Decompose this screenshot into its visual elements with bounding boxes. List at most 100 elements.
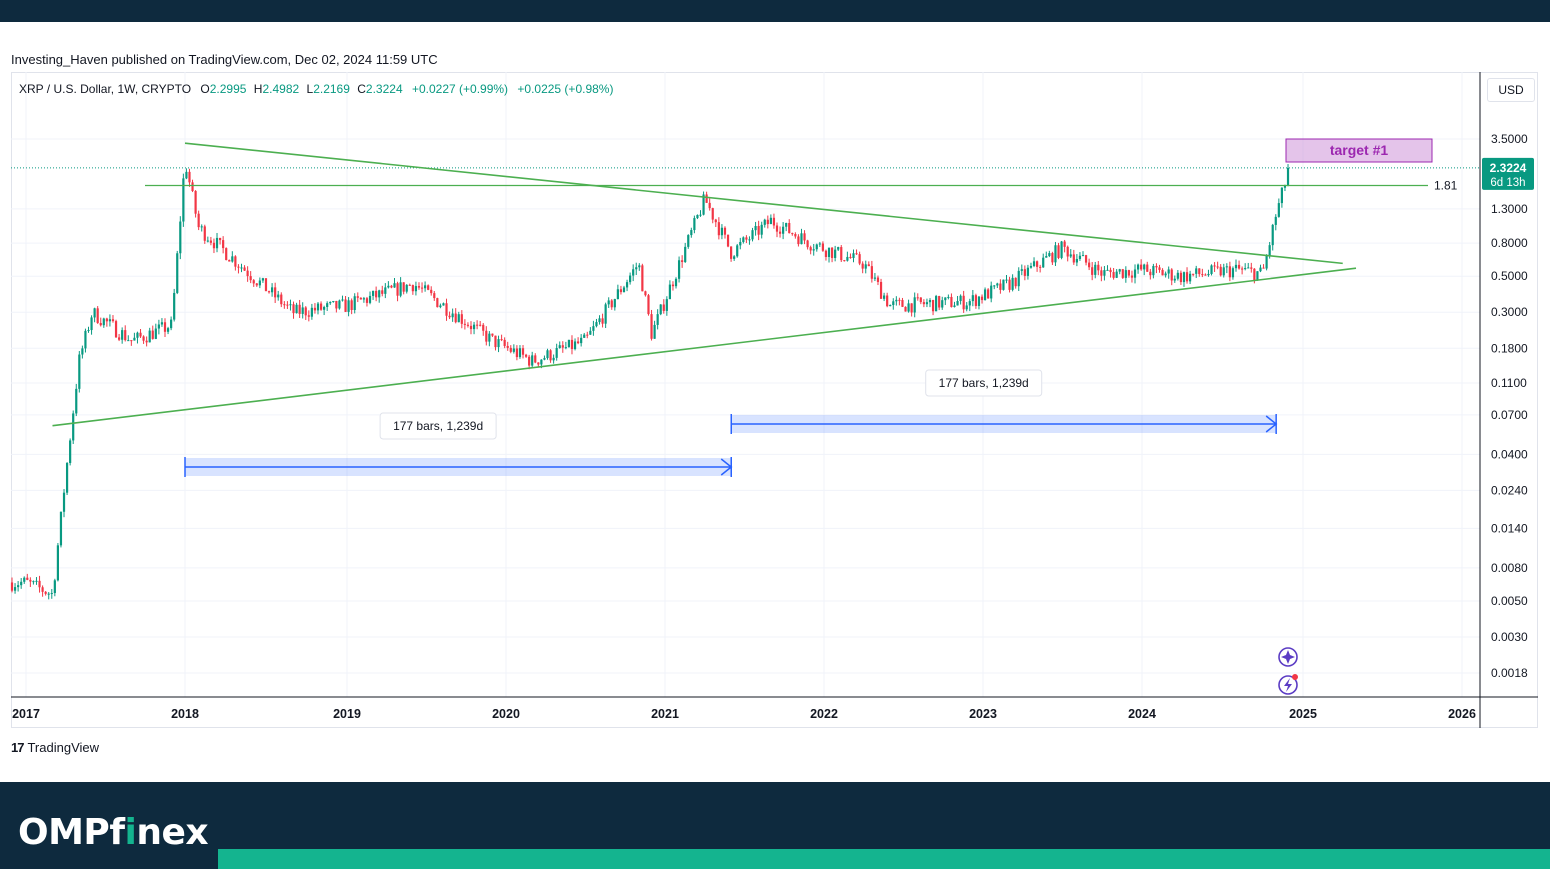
candle <box>665 296 668 316</box>
candle <box>1032 257 1036 268</box>
candle-body <box>41 587 44 592</box>
candle-body <box>632 269 635 276</box>
candle-body <box>148 330 151 343</box>
candle-body <box>1195 268 1198 274</box>
candle <box>424 281 427 292</box>
candle-body <box>200 226 203 228</box>
candle-body <box>29 579 32 582</box>
candle <box>720 224 724 240</box>
y-tick-label: 0.0018 <box>1491 666 1528 680</box>
candle <box>919 297 922 305</box>
candle-body <box>925 302 929 305</box>
candle-body <box>693 218 696 231</box>
candle-body <box>84 330 87 349</box>
last-price-tag: 2.3224 6d 13h <box>1482 157 1534 190</box>
candle-body <box>1228 266 1231 278</box>
candle <box>497 335 500 353</box>
candle <box>681 255 684 268</box>
candle <box>310 303 313 320</box>
candle <box>326 301 329 311</box>
candle <box>990 281 993 303</box>
candle-body <box>604 304 607 324</box>
legend-high-value: 2.4982 <box>262 82 300 96</box>
candle <box>500 334 503 342</box>
candle-body <box>319 303 323 310</box>
candle <box>595 318 598 328</box>
candle-body <box>763 219 766 225</box>
candle-body <box>987 289 990 299</box>
candle-body <box>218 237 222 241</box>
candle-body <box>723 227 727 235</box>
candle-body <box>439 305 442 308</box>
candle <box>803 230 806 245</box>
candle-body <box>1244 268 1247 270</box>
candle <box>1014 277 1017 289</box>
candle <box>1179 270 1183 285</box>
candle <box>347 297 350 317</box>
candle-body <box>56 545 59 581</box>
candle-body <box>353 296 356 311</box>
candle-body <box>234 256 237 267</box>
candle <box>834 245 837 262</box>
candle-body <box>555 348 558 358</box>
candle <box>815 243 818 252</box>
candle-body <box>405 284 408 292</box>
candle-body <box>491 333 494 336</box>
candle <box>396 281 399 302</box>
candle <box>601 313 604 328</box>
candle <box>170 316 173 331</box>
candle-body <box>552 357 555 361</box>
candle <box>506 341 509 351</box>
candle-body <box>378 290 381 298</box>
candle-body <box>13 587 17 591</box>
candle-body <box>151 330 154 339</box>
candle <box>121 327 124 344</box>
currency-button[interactable]: USD <box>1487 78 1535 102</box>
candle <box>763 218 766 228</box>
candle <box>393 278 396 288</box>
candle <box>264 278 268 292</box>
ideas-event-icon <box>1278 647 1298 667</box>
candle-body <box>1088 262 1091 268</box>
candle-body <box>1216 266 1219 268</box>
candle <box>200 224 203 232</box>
candle <box>442 302 445 306</box>
candle-body <box>65 462 69 493</box>
candle-body <box>1179 272 1183 283</box>
candle-body <box>381 290 384 294</box>
candle-body <box>586 334 589 336</box>
price-chart[interactable]: 1.81 177 bars, 1,239d 177 bars, 1,239d targ… <box>0 0 1550 869</box>
candle-body <box>708 202 711 209</box>
candle <box>889 304 892 307</box>
candle-body <box>310 307 313 317</box>
candle <box>778 226 782 238</box>
candle <box>212 238 216 254</box>
candle-body <box>907 303 910 312</box>
candle <box>769 214 772 225</box>
candle-body <box>528 356 531 366</box>
candle <box>13 583 17 594</box>
candle <box>598 315 601 325</box>
candle <box>20 578 23 589</box>
x-tick-label: 2026 <box>1448 707 1476 721</box>
candle <box>619 285 623 295</box>
candle-body <box>326 303 329 307</box>
candle-body <box>1136 264 1140 270</box>
candle <box>47 592 50 600</box>
candle <box>625 279 629 292</box>
candle <box>353 293 356 314</box>
candle <box>1237 260 1241 270</box>
candle-body <box>956 301 959 306</box>
candle <box>696 214 699 220</box>
candle-body <box>696 214 699 219</box>
candle-body <box>102 318 105 326</box>
candle <box>427 284 430 291</box>
candle-body <box>1118 269 1121 272</box>
tradingview-attribution[interactable]: 17 TradingView <box>11 740 99 755</box>
candle-body <box>368 295 372 303</box>
candle <box>368 291 372 305</box>
candle-body <box>834 249 837 258</box>
candle-body <box>794 234 797 237</box>
candle-body <box>561 345 564 348</box>
candle <box>1045 251 1048 258</box>
